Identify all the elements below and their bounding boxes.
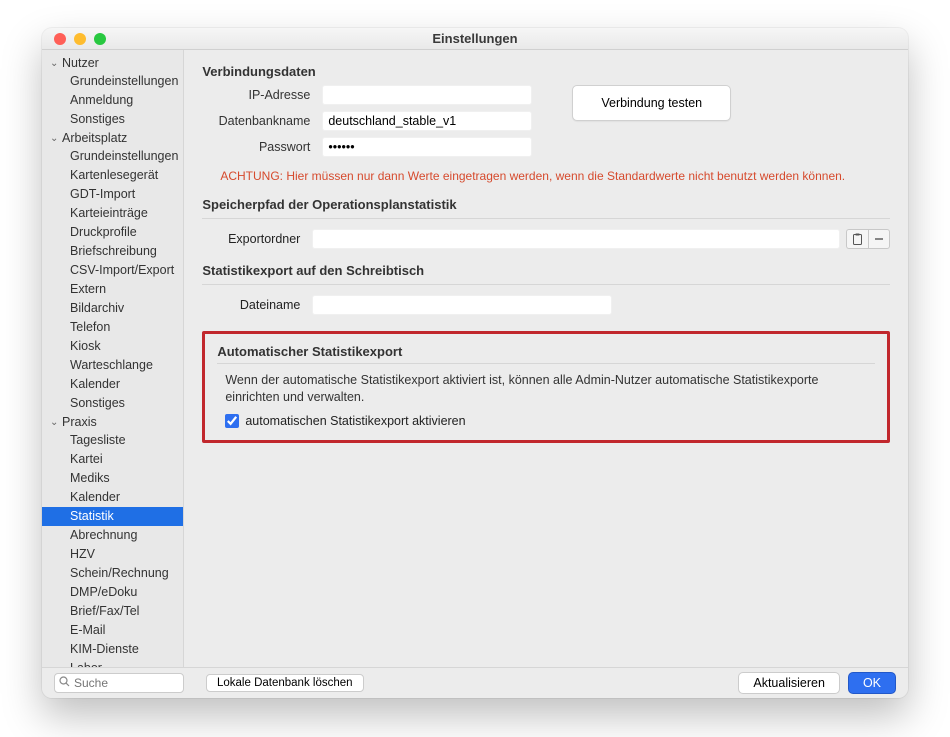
divider — [217, 363, 875, 364]
sidebar-item[interactable]: Statistik — [42, 507, 183, 526]
db-input[interactable] — [322, 111, 532, 131]
sidebar-group-header[interactable]: ⌄Arbeitsplatz — [42, 129, 183, 147]
sidebar-item[interactable]: Telefon — [42, 318, 183, 337]
sidebar-item[interactable]: DMP/eDoku — [42, 583, 183, 602]
ip-label: IP-Adresse — [202, 88, 322, 102]
sidebar-item[interactable]: Kartei — [42, 450, 183, 469]
window-title: Einstellungen — [42, 31, 908, 46]
sidebar-item[interactable]: Brief/Fax/Tel — [42, 602, 183, 621]
delete-local-db-button[interactable]: Lokale Datenbank löschen — [206, 674, 364, 692]
connection-warning: ACHTUNG: Hier müssen nur dann Werte eing… — [220, 169, 890, 183]
sidebar-item[interactable]: Labor — [42, 659, 183, 667]
sidebar-item[interactable]: Extern — [42, 280, 183, 299]
sidebar-group-header[interactable]: ⌄Nutzer — [42, 54, 183, 72]
section-title-connection: Verbindungsdaten — [202, 64, 890, 79]
sidebar-item[interactable]: E-Mail — [42, 621, 183, 640]
sidebar-item[interactable]: Druckprofile — [42, 223, 183, 242]
chevron-down-icon: ⌄ — [50, 58, 60, 69]
settings-window: Einstellungen ⌄NutzerGrundeinstellungenA… — [42, 28, 908, 698]
sidebar-group-header[interactable]: ⌄Praxis — [42, 413, 183, 431]
window-body: ⌄NutzerGrundeinstellungenAnmeldungSonsti… — [42, 50, 908, 667]
sidebar-group-label: Arbeitsplatz — [62, 131, 127, 145]
divider — [202, 218, 890, 219]
minus-icon[interactable] — [868, 229, 890, 249]
chevron-down-icon: ⌄ — [50, 133, 60, 144]
sidebar-item[interactable]: Bildarchiv — [42, 299, 183, 318]
clipboard-icon[interactable] — [846, 229, 868, 249]
chevron-down-icon: ⌄ — [50, 417, 60, 428]
filename-label: Dateiname — [202, 298, 312, 312]
sidebar-item[interactable]: Karteieinträge — [42, 204, 183, 223]
pw-label: Passwort — [202, 140, 322, 154]
sidebar-item[interactable]: HZV — [42, 545, 183, 564]
sidebar-item[interactable]: Briefschreibung — [42, 242, 183, 261]
sidebar-item[interactable]: Grundeinstellungen — [42, 147, 183, 166]
auto-export-section: Automatischer Statistikexport Wenn der a… — [202, 331, 890, 443]
auto-export-checkbox[interactable] — [225, 414, 239, 428]
search-icon — [59, 676, 70, 690]
db-label: Datenbankname — [202, 114, 322, 128]
refresh-button[interactable]: Aktualisieren — [738, 672, 840, 694]
sidebar-item[interactable]: Sonstiges — [42, 110, 183, 129]
export-folder-input[interactable] — [312, 229, 840, 249]
section-title-export-path: Speicherpfad der Operationsplanstatistik — [202, 197, 890, 212]
sidebar-item[interactable]: Grundeinstellungen — [42, 72, 183, 91]
sidebar-item[interactable]: Kalender — [42, 488, 183, 507]
export-folder-label: Exportordner — [202, 232, 312, 246]
auto-export-checkbox-label: automatischen Statistikexport aktivieren — [245, 414, 465, 428]
section-title-auto-export: Automatischer Statistikexport — [217, 344, 875, 359]
sidebar-group-label: Nutzer — [62, 56, 99, 70]
section-title-desktop-export: Statistikexport auf den Schreibtisch — [202, 263, 890, 278]
filename-input[interactable] — [312, 295, 612, 315]
divider — [202, 284, 890, 285]
main-panel: Verbindungsdaten IP-Adresse Datenbanknam… — [184, 50, 908, 667]
ip-input[interactable] — [322, 85, 532, 105]
sidebar-item[interactable]: Mediks — [42, 469, 183, 488]
sidebar-group-label: Praxis — [62, 415, 97, 429]
sidebar-item[interactable]: Tagesliste — [42, 431, 183, 450]
auto-export-description: Wenn der automatische Statistikexport ak… — [225, 372, 875, 406]
sidebar-item[interactable]: CSV-Import/Export — [42, 261, 183, 280]
search-input[interactable] — [74, 676, 179, 690]
titlebar: Einstellungen — [42, 28, 908, 50]
pw-input[interactable] — [322, 137, 532, 157]
sidebar-item[interactable]: Kartenlesegerät — [42, 166, 183, 185]
sidebar-item[interactable]: Warteschlange — [42, 356, 183, 375]
sidebar-item[interactable]: Abrechnung — [42, 526, 183, 545]
sidebar-item[interactable]: Kiosk — [42, 337, 183, 356]
search-field[interactable] — [54, 673, 184, 693]
sidebar-item[interactable]: Sonstiges — [42, 394, 183, 413]
footer: Lokale Datenbank löschen Aktualisieren O… — [42, 667, 908, 698]
sidebar[interactable]: ⌄NutzerGrundeinstellungenAnmeldungSonsti… — [42, 50, 184, 667]
sidebar-item[interactable]: Anmeldung — [42, 91, 183, 110]
test-connection-button[interactable]: Verbindung testen — [572, 85, 731, 121]
sidebar-item[interactable]: GDT-Import — [42, 185, 183, 204]
sidebar-item[interactable]: Kalender — [42, 375, 183, 394]
sidebar-item[interactable]: KIM-Dienste — [42, 640, 183, 659]
sidebar-item[interactable]: Schein/Rechnung — [42, 564, 183, 583]
ok-button[interactable]: OK — [848, 672, 896, 694]
